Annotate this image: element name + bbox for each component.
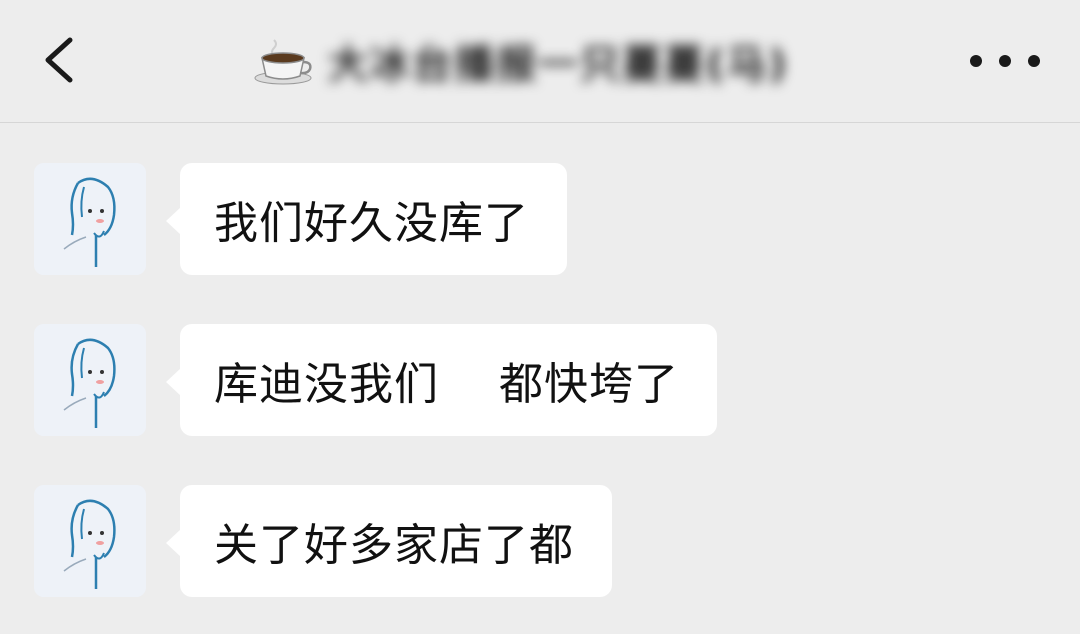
- message-text: 库迪没我们 都快垮了: [214, 359, 679, 410]
- avatar[interactable]: [34, 163, 146, 275]
- message-row: 我们好久没库了: [34, 163, 567, 277]
- girl-sketch-avatar-icon: [34, 163, 146, 275]
- chat-header: 大冰台播报一只蔓蔓(马): [0, 0, 1080, 123]
- back-button[interactable]: [30, 28, 90, 92]
- more-dot: [1028, 55, 1040, 67]
- avatar[interactable]: [34, 324, 146, 436]
- chat-title: 大冰台播报一只蔓蔓(马): [252, 28, 789, 94]
- more-dots-icon: [970, 55, 982, 67]
- message-row: 关了好多家店了都: [34, 485, 612, 599]
- message-row: 库迪没我们 都快垮了: [34, 324, 717, 438]
- message-bubble[interactable]: 我们好久没库了: [166, 163, 567, 275]
- girl-sketch-avatar-icon: [34, 485, 146, 597]
- girl-sketch-avatar-icon: [34, 324, 146, 436]
- message-list[interactable]: 我们好久没库了 库迪没我们 都快垮了 关了好多家店了都: [0, 123, 1080, 634]
- message-bubble[interactable]: 关了好多家店了都: [166, 485, 612, 597]
- message-text: 我们好久没库了: [214, 198, 529, 249]
- chevron-left-icon: [45, 37, 73, 83]
- message-bubble[interactable]: 库迪没我们 都快垮了: [166, 324, 717, 436]
- message-text: 关了好多家店了都: [214, 520, 574, 571]
- chat-title-text: 大冰台播报一只蔓蔓(马): [328, 42, 789, 88]
- more-dot: [999, 55, 1011, 67]
- coffee-cup-icon: [252, 36, 314, 86]
- avatar[interactable]: [34, 485, 146, 597]
- more-options-button[interactable]: [970, 38, 1040, 84]
- chat-screen: 大冰台播报一只蔓蔓(马) 我们好久没库了 库迪没我们 都快垮了 关了好多家店了都: [0, 0, 1080, 634]
